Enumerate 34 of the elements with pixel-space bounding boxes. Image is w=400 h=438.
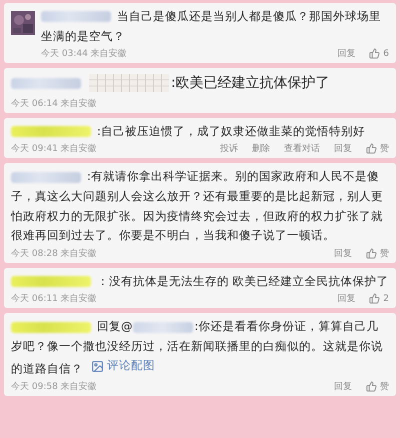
comment-action[interactable]: 回复 xyxy=(334,380,352,394)
thumbs-up-icon xyxy=(369,48,380,60)
thumbs-up-icon xyxy=(366,381,377,392)
like-button[interactable]: 6 xyxy=(369,48,389,60)
thumbs-up-icon xyxy=(369,293,380,304)
comment-time: 今天 09:41 来自安徽 xyxy=(11,142,98,156)
comment-time: 今天 08:28 来自安徽 xyxy=(11,248,98,260)
comment-text: :欧美已经建立抗体保护了 xyxy=(11,72,389,96)
like-button[interactable]: 赞 xyxy=(366,246,389,260)
like-button[interactable]: 赞 xyxy=(366,380,389,394)
comment-action[interactable]: 查看对话 xyxy=(284,142,320,156)
comment-time: 今天 06:11 来自安徽 xyxy=(11,292,98,306)
comment-text: ：没有抗体是无法生存的 欧美已经建立全民抗体保护了 xyxy=(11,272,389,292)
like-button[interactable]: 2 xyxy=(369,293,389,304)
comment-action[interactable]: 回复 xyxy=(337,47,356,60)
comment-time: 今天 06:14 来自安徽 xyxy=(11,98,98,110)
comment-text: 回复@ :你还是看看你身份证，算算自己几岁吧？像一个撒也没经历过，活在新闻联播里的白痴似的。这就是你说的道路自信？ 评论配图 xyxy=(11,318,384,378)
thumbs-up-icon xyxy=(366,143,377,154)
comment-time: 今天 03:44 来自安徽 xyxy=(41,48,128,60)
blurred-username xyxy=(132,322,192,333)
comment-action[interactable]: 投诉 xyxy=(220,142,238,156)
comment-text: :有就请你拿出科学证据来。别的国家政府和人民不是傻子，真这么大问题别人会这么放开？还有最重要的是比起新冠，别人更怕政府权力的无限扩张。因为疫情终究会过去，但政府的权力扩张了就很难再回到过去了。你要是不明白，当我和傻子说了一顿话。 xyxy=(11,168,384,244)
comment-text: 当自己是傻瓜还是当别人都是傻瓜？那国外球场里坐满的是空气？ xyxy=(41,8,382,45)
comment-time: 今天 09:58 来自安徽 xyxy=(11,380,98,394)
image-icon xyxy=(91,360,104,373)
reply-prefix: 回复@ xyxy=(97,319,132,334)
like-button[interactable]: 赞 xyxy=(366,142,389,156)
comment-image-link[interactable]: 评论配图 xyxy=(91,356,155,376)
thumbs-up-icon xyxy=(366,248,377,259)
comment-action[interactable]: 回复 xyxy=(334,246,352,260)
comment-action[interactable]: 回复 xyxy=(334,142,352,156)
comment-action[interactable]: 回复 xyxy=(337,292,356,306)
comment-text: :自己被压迫惯了，成了奴隶还做韭菜的觉悟特别好 xyxy=(11,122,389,142)
comment-action[interactable]: 删除 xyxy=(252,142,270,156)
